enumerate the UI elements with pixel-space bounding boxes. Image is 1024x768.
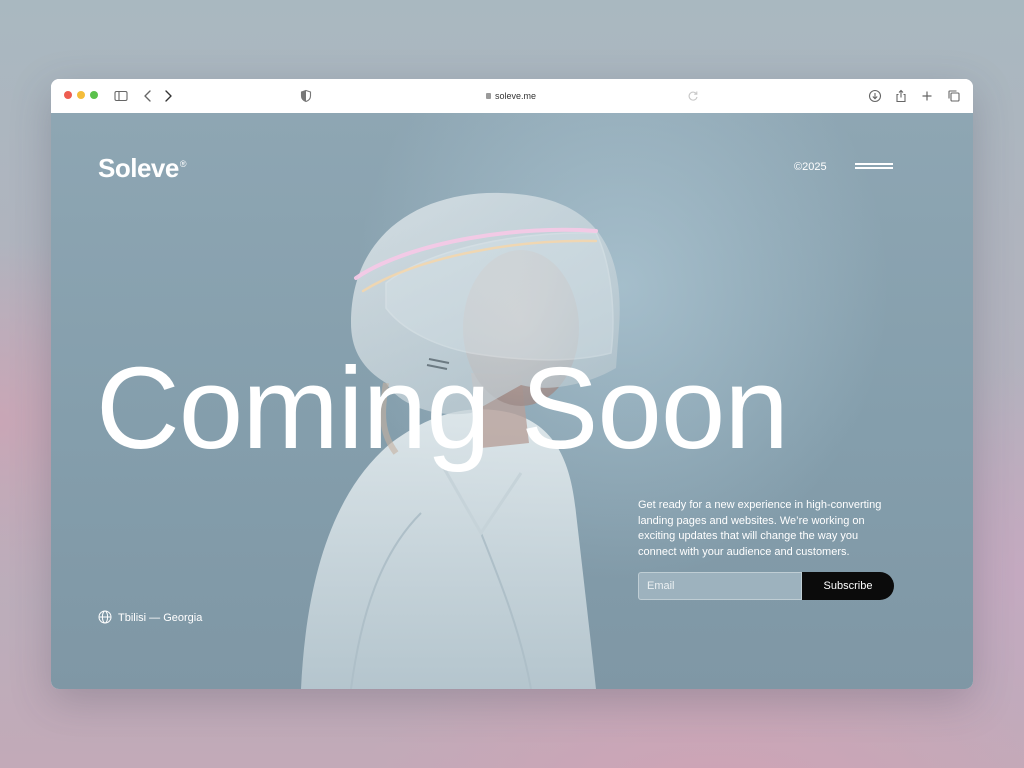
maximize-window-button[interactable] [90,91,98,99]
email-field[interactable] [638,572,802,600]
menu-icon[interactable] [855,163,893,171]
share-icon[interactable] [893,88,909,104]
back-icon[interactable] [140,88,156,104]
minimize-window-button[interactable] [77,91,85,99]
copyright-year: ©2025 [794,161,827,173]
reload-icon[interactable] [685,88,701,104]
registered-mark: ® [179,159,187,169]
address-bar[interactable]: soleve.me [431,89,591,103]
new-tab-icon[interactable] [919,88,935,104]
url-text: soleve.me [494,91,537,101]
lock-icon [485,92,491,99]
hero-headline: Coming Soon [96,343,789,473]
forward-icon[interactable] [160,88,176,104]
browser-window: soleve.me Soleve® ©2025 Coming Soon Get … [51,79,973,689]
location-text: Tbilisi — Georgia [118,612,203,624]
sidebar-icon[interactable] [113,88,129,104]
browser-toolbar: soleve.me [51,79,973,114]
tabs-overview-icon[interactable] [946,88,962,104]
landing-page: Soleve® ©2025 Coming Soon Get ready for … [51,113,973,689]
globe-icon [98,610,112,624]
location: Tbilisi — Georgia [98,610,203,625]
subscribe-button[interactable]: Subscribe [802,572,894,600]
shield-icon[interactable] [298,88,314,104]
brand-logo[interactable]: Soleve® [98,153,186,184]
brand-name: Soleve [98,153,179,183]
download-icon[interactable] [867,88,883,104]
close-window-button[interactable] [64,91,72,99]
hero-description: Get ready for a new experience in high-c… [638,499,882,558]
